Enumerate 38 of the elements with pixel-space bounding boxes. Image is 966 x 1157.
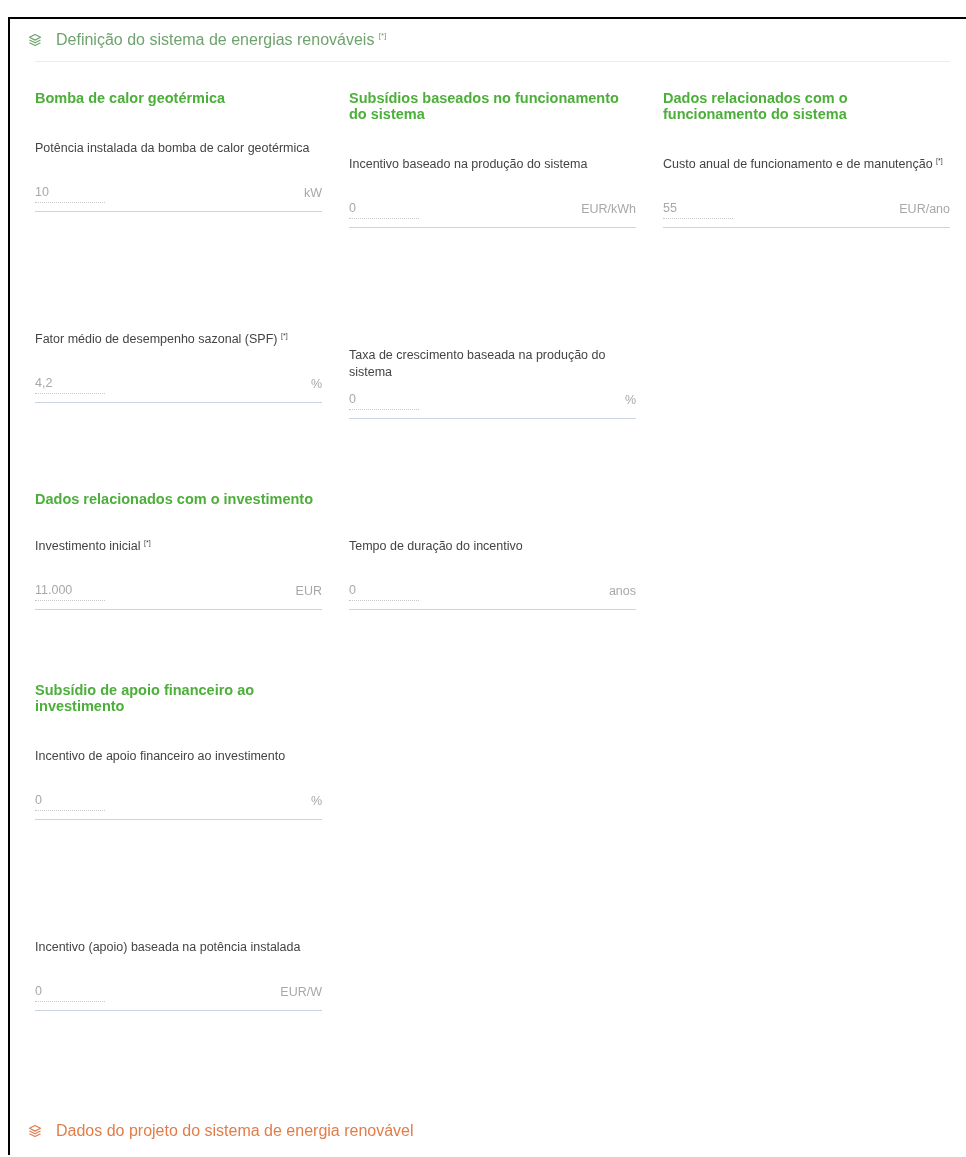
group-heading: Dados relacionados com o funcionamento do sistema	[663, 90, 849, 122]
unit-label: EUR/kWh	[581, 201, 636, 216]
field-label: Incentivo baseado na produção do sistema	[349, 156, 589, 173]
field-label: Incentivo de apoio financeiro ao investimento	[35, 748, 287, 765]
layers-icon	[28, 1124, 42, 1138]
unit-label: %	[624, 392, 636, 407]
field-label: Investimento inicial $^{[*]}$	[35, 538, 152, 555]
unit-label: kW	[303, 185, 322, 200]
section-title: Definição do sistema de energias renováveis $^{[*]}$	[56, 31, 387, 49]
input-field[interactable]: 55	[663, 198, 733, 219]
field-label: Fator médio de desempenho sazonal (SPF) $^{[*]}$	[35, 331, 289, 348]
section-title: Dados do projeto do sistema de energia renovável	[56, 1122, 414, 1140]
input-field[interactable]: 11.000	[35, 580, 105, 601]
group-heading: Subsídio de apoio financeiro ao investimento	[35, 682, 256, 714]
unit-label: %	[310, 376, 322, 391]
unit-label: EUR/ano	[899, 201, 950, 216]
input-field[interactable]: 0	[349, 198, 419, 219]
section-header[interactable]: Definição do sistema de energias renováveis $^{[*]}$	[28, 19, 950, 55]
group-heading: Subsídios baseados no funcionamento do sistema	[349, 90, 620, 122]
layers-icon	[28, 33, 42, 47]
field-label: Tempo de duração do incentivo	[349, 538, 524, 555]
input-field[interactable]: 0	[349, 389, 419, 410]
group-heading: Bomba de calor geotérmica	[35, 90, 227, 106]
field-label: Custo anual de funcionamento e de manutenção $^{[*]}$	[663, 156, 944, 173]
group-heading: Dados relacionados com o investimento	[35, 491, 314, 507]
field-label: Taxa de crescimento baseada na produção do sistema	[349, 347, 607, 381]
unit-label: %	[310, 793, 322, 808]
input-field[interactable]: 4,2	[35, 373, 105, 394]
field-label: Potência instalada da bomba de calor geotérmica	[35, 140, 311, 157]
unit-label: anos	[608, 583, 636, 598]
unit-label: EUR/W	[280, 984, 322, 999]
unit-label: EUR	[295, 583, 322, 598]
input-field[interactable]: 0	[349, 580, 419, 601]
input-field[interactable]: 0	[35, 981, 105, 1002]
input-field[interactable]: 0	[35, 790, 105, 811]
input-field[interactable]: 10	[35, 182, 105, 203]
field-label: Incentivo (apoio) baseada na potência instalada	[35, 939, 302, 956]
section-header[interactable]: Dados do projeto do sistema de energia renovável	[28, 1110, 950, 1146]
